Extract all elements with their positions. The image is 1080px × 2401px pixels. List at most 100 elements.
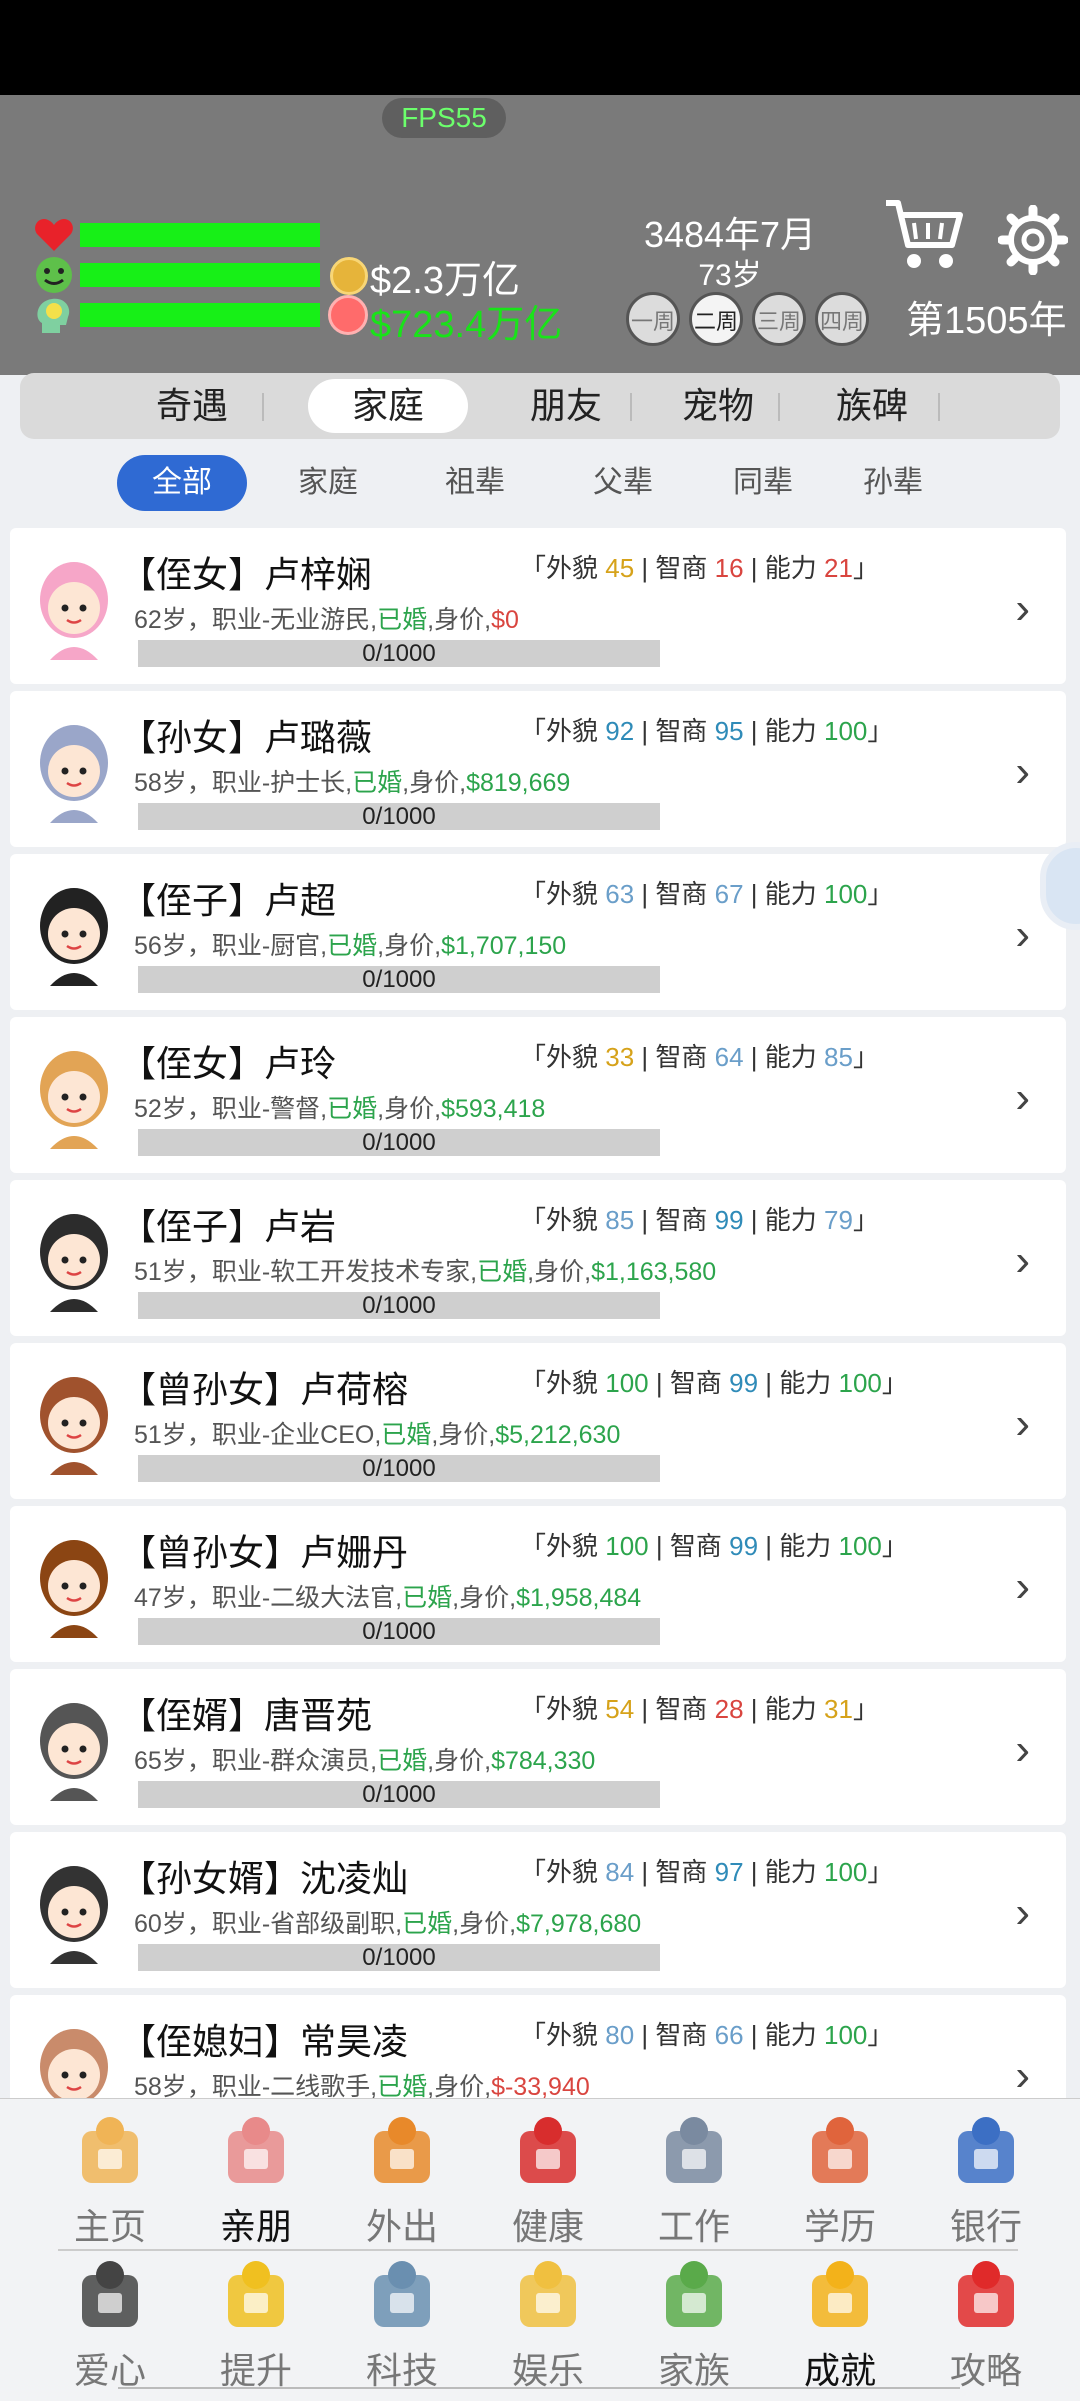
nav-label: 亲朋 bbox=[219, 2206, 292, 2247]
tips-icon bbox=[958, 2261, 1014, 2327]
filter-grandchildren[interactable]: 孙辈 bbox=[828, 455, 958, 511]
nav-item[interactable]: 学历 bbox=[770, 2113, 910, 2250]
member-card[interactable]: 【侄婿】唐晋苑 「外貌 54 | 智商 28 | 能力 31」 65岁，职业-群众演… bbox=[10, 1669, 1066, 1825]
member-card[interactable]: 【侄女】卢梓娴 「外貌 45 | 智商 16 | 能力 21」 62岁，职业-无业游… bbox=[10, 528, 1066, 684]
iq-value: 67 bbox=[714, 879, 744, 909]
married-status: 已婚 bbox=[377, 606, 428, 634]
week-2-button[interactable]: 二周 bbox=[689, 292, 743, 346]
ability-value: 100 bbox=[838, 1531, 882, 1561]
shopping-cart-icon[interactable] bbox=[882, 195, 964, 275]
ability-label: 能力 bbox=[764, 1042, 817, 1072]
looks-value: 80 bbox=[605, 2020, 635, 2050]
tab-friends[interactable]: 朋友 bbox=[486, 379, 646, 433]
looks-value: 54 bbox=[605, 1694, 635, 1724]
filter-peers[interactable]: 同辈 bbox=[698, 455, 828, 511]
job-prefix: 职业- bbox=[211, 932, 271, 960]
member-attributes: 「外貌 100 | 智商 99 | 能力 100」 bbox=[520, 1531, 908, 1561]
married-status: 已婚 bbox=[477, 1258, 528, 1286]
tab-family[interactable]: 家庭 bbox=[308, 379, 468, 433]
member-worth: $1,163,580 bbox=[591, 1258, 717, 1286]
week-4-button[interactable]: 四周 bbox=[815, 292, 869, 346]
nav-item[interactable]: 提升 bbox=[186, 2257, 326, 2394]
nav-item[interactable]: 成就 bbox=[770, 2257, 910, 2394]
iq-label: 智商 bbox=[669, 1368, 722, 1398]
nav-item[interactable]: 工作 bbox=[624, 2113, 764, 2250]
ability-value: 100 bbox=[824, 1857, 868, 1887]
nav-item[interactable]: 科技 bbox=[332, 2257, 472, 2394]
looks-label: 外貌 bbox=[546, 1368, 599, 1398]
job-prefix: 职业- bbox=[211, 1258, 271, 1286]
nav-item[interactable]: 爱心 bbox=[40, 2257, 180, 2394]
chevron-right-icon[interactable]: › bbox=[1015, 910, 1030, 960]
chevron-right-icon[interactable]: › bbox=[1015, 584, 1030, 634]
face-icon bbox=[36, 257, 72, 293]
category-tabs: 奇遇 家庭 朋友 宠物 族碑 bbox=[20, 373, 1060, 439]
nav-item[interactable]: 银行 bbox=[916, 2113, 1056, 2250]
chevron-right-icon[interactable]: › bbox=[1015, 1073, 1030, 1123]
member-attributes: 「外貌 33 | 智商 64 | 能力 85」 bbox=[520, 1042, 879, 1072]
nav-item[interactable]: 主页 bbox=[40, 2113, 180, 2250]
chevron-right-icon[interactable]: › bbox=[1015, 1236, 1030, 1286]
iq-label: 智商 bbox=[655, 553, 708, 583]
tab-encounter[interactable]: 奇遇 bbox=[112, 379, 272, 433]
nav-divider bbox=[58, 2249, 1018, 2251]
avatar bbox=[40, 562, 108, 660]
looks-label: 外貌 bbox=[546, 1531, 599, 1561]
ability-value: 85 bbox=[824, 1042, 853, 1072]
nav-item[interactable]: 攻略 bbox=[916, 2257, 1056, 2394]
looks-label: 外貌 bbox=[546, 1205, 599, 1235]
iq-value: 99 bbox=[729, 1368, 759, 1398]
nav-item[interactable]: 外出 bbox=[332, 2113, 472, 2250]
member-card[interactable]: 【侄媳妇】常昊凌 「外貌 80 | 智商 66 | 能力 100」 58岁，职业-二… bbox=[10, 1995, 1066, 2098]
avatar bbox=[40, 1866, 108, 1964]
member-card[interactable]: 【曾孙女】卢姗丹 「外貌 100 | 智商 99 | 能力 100」 47岁，职业-… bbox=[10, 1506, 1066, 1662]
nav-item[interactable]: 家族 bbox=[624, 2257, 764, 2394]
books-icon bbox=[812, 2117, 868, 2183]
job-prefix: 职业- bbox=[211, 1421, 271, 1449]
member-card[interactable]: 【孙女婿】沈凌灿 「外貌 84 | 智商 97 | 能力 100」 60岁，职业-省… bbox=[10, 1832, 1066, 1988]
nav-item[interactable]: 健康 bbox=[478, 2113, 618, 2250]
member-name: 【侄婿】唐晋苑 bbox=[120, 1695, 373, 1736]
member-card[interactable]: 【侄女】卢玲 「外貌 33 | 智商 64 | 能力 85」 52岁，职业-警督,已… bbox=[10, 1017, 1066, 1173]
member-age: 47岁 bbox=[134, 1584, 187, 1612]
filter-grandparents[interactable]: 祖辈 bbox=[410, 455, 540, 511]
member-worth: $1,958,484 bbox=[516, 1584, 642, 1612]
progress-text: 0/1000 bbox=[362, 640, 436, 667]
chevron-right-icon[interactable]: › bbox=[1015, 1399, 1030, 1449]
filter-all[interactable]: 全部 bbox=[117, 455, 247, 511]
member-card[interactable]: 【侄子】卢岩 「外貌 85 | 智商 99 | 能力 79」 51岁，职业-软工开发… bbox=[10, 1180, 1066, 1336]
member-card[interactable]: 【侄子】卢超 「外貌 63 | 智商 67 | 能力 100」 56岁，职业-厨官,… bbox=[10, 854, 1066, 1010]
tab-divider bbox=[778, 393, 780, 421]
filter-family[interactable]: 家庭 bbox=[263, 455, 393, 511]
member-name: 【侄女】卢玲 bbox=[120, 1043, 337, 1084]
tab-pets[interactable]: 宠物 bbox=[638, 379, 798, 433]
nav-item[interactable]: 亲朋 bbox=[186, 2113, 326, 2250]
nav-item[interactable]: 娱乐 bbox=[478, 2257, 618, 2394]
member-card[interactable]: 【孙女】卢璐薇 「外貌 92 | 智商 95 | 能力 100」 58岁，职业-护士… bbox=[10, 691, 1066, 847]
chevron-right-icon[interactable]: › bbox=[1015, 747, 1030, 797]
member-age: 51岁 bbox=[134, 1258, 187, 1286]
nav-label: 学历 bbox=[803, 2206, 876, 2247]
member-age: 58岁 bbox=[134, 2073, 187, 2098]
chevron-right-icon[interactable]: › bbox=[1015, 1888, 1030, 1938]
tab-clan-monument[interactable]: 族碑 bbox=[792, 379, 952, 433]
member-list: 【侄女】卢梓娴 「外貌 45 | 智商 16 | 能力 21」 62岁，职业-无业游… bbox=[0, 528, 1080, 2098]
week-1-button[interactable]: 一周 bbox=[626, 292, 680, 346]
job-prefix: 职业- bbox=[211, 1910, 271, 1938]
chevron-right-icon[interactable]: › bbox=[1015, 2051, 1030, 2098]
progress-text: 0/1000 bbox=[362, 1781, 436, 1808]
filter-parents[interactable]: 父辈 bbox=[558, 455, 688, 511]
chevron-right-icon[interactable]: › bbox=[1015, 1562, 1030, 1612]
chevron-right-icon[interactable]: › bbox=[1015, 1725, 1030, 1775]
lightbulb-icon bbox=[228, 2261, 284, 2327]
member-job: 护士长 bbox=[270, 769, 346, 797]
married-status: 已婚 bbox=[381, 1421, 432, 1449]
job-prefix: 职业- bbox=[211, 1095, 271, 1123]
member-name: 【曾孙女】卢荷榕 bbox=[120, 1369, 409, 1410]
family-tree-icon bbox=[666, 2261, 722, 2327]
member-card[interactable]: 【曾孙女】卢荷榕 「外貌 100 | 智商 99 | 能力 100」 51岁，职业-… bbox=[10, 1343, 1066, 1499]
worth-label: 身价 bbox=[459, 1910, 510, 1938]
week-3-button[interactable]: 三周 bbox=[752, 292, 806, 346]
member-worth: $5,212,630 bbox=[495, 1421, 621, 1449]
settings-gear-icon[interactable] bbox=[998, 205, 1068, 275]
